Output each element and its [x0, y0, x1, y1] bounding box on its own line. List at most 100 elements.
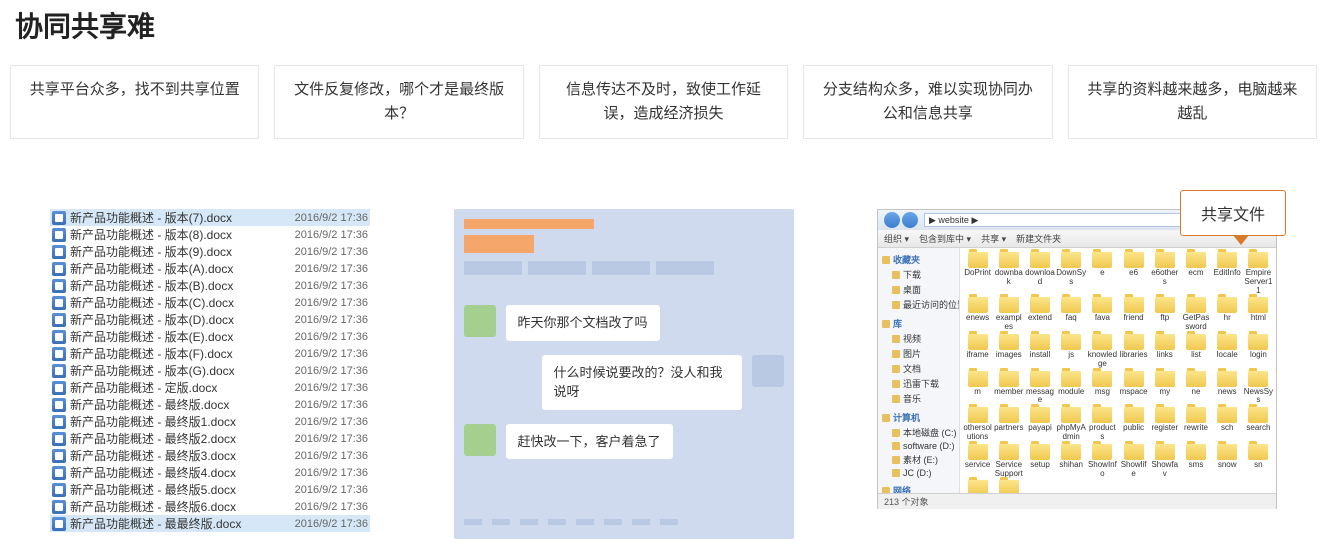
file-row[interactable]: 新产品功能概述 - 版本(9).docx2016/9/2 17:36: [50, 243, 370, 260]
file-row[interactable]: 新产品功能概述 - 最终版4.docx2016/9/2 17:36: [50, 464, 370, 481]
folder-item[interactable]: sch: [1212, 407, 1243, 442]
folder-item[interactable]: downbak: [993, 252, 1024, 295]
sidebar-item[interactable]: software (D:): [880, 440, 957, 452]
folder-item[interactable]: download: [1024, 252, 1055, 295]
folder-item[interactable]: ServiceSupport: [993, 444, 1024, 479]
sidebar-group-head[interactable]: 收藏夹: [880, 252, 957, 267]
file-row[interactable]: 新产品功能概述 - 版本(C).docx2016/9/2 17:36: [50, 294, 370, 311]
folder-item[interactable]: m: [962, 371, 993, 406]
folder-item[interactable]: partners: [993, 407, 1024, 442]
sidebar-group-head[interactable]: 计算机: [880, 410, 957, 425]
folder-item[interactable]: phpMyAdmin: [1056, 407, 1087, 442]
folder-item[interactable]: message: [1024, 371, 1055, 406]
folder-item[interactable]: DoPrint: [962, 252, 993, 295]
folder-item[interactable]: service: [962, 444, 993, 479]
folder-item[interactable]: faq: [1056, 297, 1087, 332]
chat-tab[interactable]: [656, 261, 714, 275]
sidebar-item[interactable]: 素材 (E:): [880, 452, 957, 467]
chat-tab[interactable]: [592, 261, 650, 275]
folder-item[interactable]: ShowInfo: [1087, 444, 1118, 479]
file-row[interactable]: 新产品功能概述 - 定版.docx2016/9/2 17:36: [50, 379, 370, 396]
folder-item[interactable]: e: [1087, 252, 1118, 295]
toolbar-item[interactable]: 组织 ▾: [884, 232, 909, 245]
chat-tab[interactable]: [464, 261, 522, 275]
toolbar-item[interactable]: 包含到库中 ▾: [919, 232, 971, 245]
folder-item[interactable]: links: [1149, 334, 1180, 369]
folder-item[interactable]: othersolutions: [962, 407, 993, 442]
folder-item[interactable]: enews: [962, 297, 993, 332]
file-row[interactable]: 新产品功能概述 - 最终版3.docx2016/9/2 17:36: [50, 447, 370, 464]
sidebar-item[interactable]: 下载: [880, 267, 957, 282]
folder-item[interactable]: hr: [1212, 297, 1243, 332]
folder-item[interactable]: fava: [1087, 297, 1118, 332]
folder-item[interactable]: locale: [1212, 334, 1243, 369]
sidebar-item[interactable]: 文档: [880, 361, 957, 376]
sidebar-item[interactable]: JC (D:): [880, 467, 957, 479]
file-row[interactable]: 新产品功能概述 - 版本(7).docx2016/9/2 17:36: [50, 209, 370, 226]
file-row[interactable]: 新产品功能概述 - 最终版1.docx2016/9/2 17:36: [50, 413, 370, 430]
folder-item[interactable]: e6others: [1149, 252, 1180, 295]
file-row[interactable]: 新产品功能概述 - 最终版.docx2016/9/2 17:36: [50, 396, 370, 413]
back-button[interactable]: [884, 212, 900, 228]
file-row[interactable]: 新产品功能概述 - 最终版2.docx2016/9/2 17:36: [50, 430, 370, 447]
folder-item[interactable]: libraries: [1118, 334, 1149, 369]
file-row[interactable]: 新产品功能概述 - 最终版5.docx2016/9/2 17:36: [50, 481, 370, 498]
folder-item[interactable]: setup: [1024, 444, 1055, 479]
folder-item[interactable]: sn: [1243, 444, 1274, 479]
folder-item[interactable]: payapi: [1024, 407, 1055, 442]
folder-item[interactable]: knowledge: [1087, 334, 1118, 369]
folder-item[interactable]: register: [1149, 407, 1180, 442]
toolbar-item[interactable]: 共享 ▾: [981, 232, 1006, 245]
file-row[interactable]: 新产品功能概述 - 最最终版.docx2016/9/2 17:36: [50, 515, 370, 532]
folder-item[interactable]: Showlife: [1118, 444, 1149, 479]
folder-item[interactable]: html: [1243, 297, 1274, 332]
sidebar-group-head[interactable]: 网络: [880, 483, 957, 493]
folder-item[interactable]: msg: [1087, 371, 1118, 406]
folder-item[interactable]: news: [1212, 371, 1243, 406]
sidebar-item[interactable]: 迅雷下载: [880, 376, 957, 391]
folder-item[interactable]: public: [1118, 407, 1149, 442]
folder-item[interactable]: e6: [1118, 252, 1149, 295]
folder-item[interactable]: examples: [993, 297, 1024, 332]
folder-item[interactable]: js: [1056, 334, 1087, 369]
folder-item[interactable]: friend: [1118, 297, 1149, 332]
folder-item[interactable]: list: [1180, 334, 1211, 369]
folder-item[interactable]: mspace: [1118, 371, 1149, 406]
folder-item[interactable]: shihan: [1056, 444, 1087, 479]
folder-item[interactable]: iframe: [962, 334, 993, 369]
folder-item[interactable]: DownSys: [1056, 252, 1087, 295]
folder-item[interactable]: tags: [993, 480, 1024, 493]
folder-item[interactable]: EmpireServer11: [1243, 252, 1274, 295]
folder-item[interactable]: extend: [1024, 297, 1055, 332]
folder-item[interactable]: ecm: [1180, 252, 1211, 295]
sidebar-item[interactable]: 视频: [880, 331, 957, 346]
folder-item[interactable]: module: [1056, 371, 1087, 406]
folder-item[interactable]: rewrite: [1180, 407, 1211, 442]
folder-item[interactable]: member: [993, 371, 1024, 406]
folder-item[interactable]: ftp: [1149, 297, 1180, 332]
file-row[interactable]: 新产品功能概述 - 版本(8).docx2016/9/2 17:36: [50, 226, 370, 243]
file-row[interactable]: 新产品功能概述 - 版本(A).docx2016/9/2 17:36: [50, 260, 370, 277]
file-row[interactable]: 新产品功能概述 - 最终版6.docx2016/9/2 17:36: [50, 498, 370, 515]
sidebar-item[interactable]: 本地磁盘 (C:): [880, 425, 957, 440]
forward-button[interactable]: [902, 212, 918, 228]
folder-item[interactable]: images: [993, 334, 1024, 369]
folder-item[interactable]: stat: [962, 480, 993, 493]
folder-item[interactable]: products: [1087, 407, 1118, 442]
folder-item[interactable]: sms: [1180, 444, 1211, 479]
folder-item[interactable]: snow: [1212, 444, 1243, 479]
folder-item[interactable]: NewsSys: [1243, 371, 1274, 406]
file-row[interactable]: 新产品功能概述 - 版本(D).docx2016/9/2 17:36: [50, 311, 370, 328]
folder-item[interactable]: EditInfo: [1212, 252, 1243, 295]
folder-item[interactable]: ne: [1180, 371, 1211, 406]
file-row[interactable]: 新产品功能概述 - 版本(B).docx2016/9/2 17:36: [50, 277, 370, 294]
folder-item[interactable]: search: [1243, 407, 1274, 442]
sidebar-item[interactable]: 图片: [880, 346, 957, 361]
chat-tab[interactable]: [528, 261, 586, 275]
folder-item[interactable]: login: [1243, 334, 1274, 369]
file-row[interactable]: 新产品功能概述 - 版本(F).docx2016/9/2 17:36: [50, 345, 370, 362]
toolbar-item[interactable]: 新建文件夹: [1016, 232, 1061, 245]
sidebar-item[interactable]: 最近访问的位置: [880, 297, 957, 312]
address-bar[interactable]: ▶ website ▶: [924, 213, 1222, 227]
folder-item[interactable]: Showfav: [1149, 444, 1180, 479]
